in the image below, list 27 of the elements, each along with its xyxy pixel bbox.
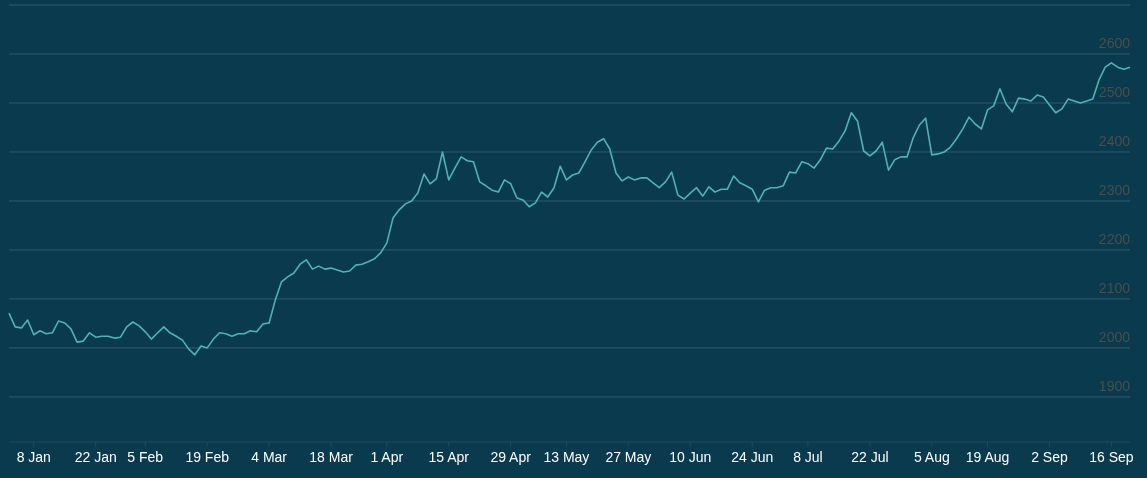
x-tick-label: 15 Apr	[428, 449, 469, 465]
y-tick-label: 2300	[1098, 181, 1130, 198]
y-tick-label: 2600	[1098, 35, 1130, 51]
x-tick-label: 5 Aug	[913, 449, 950, 465]
y-tick-label: 2500	[1098, 84, 1130, 100]
y-tick-label: 2200	[1098, 230, 1130, 247]
x-tick-label: 5 Feb	[127, 449, 164, 465]
x-tick-label: 8 Jul	[793, 449, 823, 465]
x-tick-label: 22 Jul	[851, 449, 889, 465]
y-tick-label: 1900	[1098, 377, 1130, 394]
x-tick-label: 2 Sep	[1031, 449, 1068, 465]
x-tick-label: 4 Mar	[251, 449, 287, 465]
x-tick-label: 13 May	[543, 449, 590, 465]
x-tick-label: 10 Jun	[669, 449, 712, 465]
x-tick-label: 27 May	[605, 449, 652, 465]
x-tick-label: 19 Feb	[185, 449, 229, 465]
x-tick-label: 18 Mar	[309, 449, 353, 465]
x-tick-label: 8 Jan	[16, 449, 51, 465]
x-tick-label: 16 Sep	[1089, 449, 1134, 465]
x-tick-label: 19 Aug	[965, 449, 1010, 465]
x-tick-label: 1 Apr	[370, 449, 404, 465]
y-tick-label: 2400	[1098, 132, 1130, 149]
x-tick-label: 24 Jun	[731, 449, 774, 465]
x-tick-label: 29 Apr	[490, 449, 531, 465]
y-tick-label: 2000	[1098, 328, 1130, 345]
x-tick-label: 22 Jan	[74, 449, 117, 465]
y-tick-label: 2100	[1098, 279, 1130, 296]
